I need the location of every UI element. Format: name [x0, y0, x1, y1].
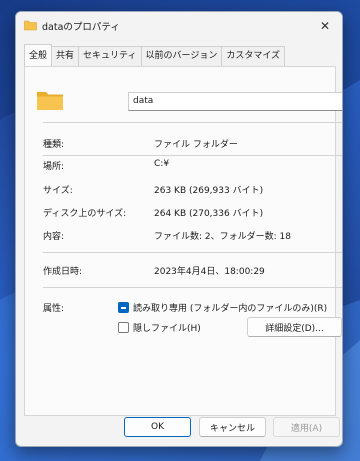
separator: [43, 122, 342, 123]
location-value: C:¥: [154, 159, 170, 169]
tab-strip: 全般 共有 セキュリティ 以前のバージョン カスタマイズ: [24, 44, 286, 66]
readonly-checkbox[interactable]: [118, 302, 129, 313]
separator: [43, 287, 342, 288]
cancel-button[interactable]: キャンセル: [199, 417, 266, 437]
tab-customize[interactable]: カスタマイズ: [221, 46, 286, 66]
created-label: 作成日時:: [43, 267, 83, 277]
size-label: サイズ:: [43, 186, 73, 196]
separator: [43, 155, 342, 156]
location-label: 場所:: [43, 162, 65, 172]
separator: [43, 252, 342, 253]
created-value: 2023年4月4日、18:00:29: [154, 267, 265, 277]
tab-general[interactable]: 全般: [24, 44, 53, 66]
properties-dialog: dataのプロパティ ✕ 全般 共有 セキュリティ 以前のバージョン カスタマイ…: [15, 11, 343, 447]
type-value: ファイル フォルダー: [154, 140, 238, 150]
attributes-label: 属性:: [43, 304, 65, 314]
tab-sharing[interactable]: 共有: [51, 46, 80, 66]
contents-label: 内容:: [43, 232, 65, 242]
advanced-button[interactable]: 詳細設定(D)...: [247, 317, 342, 337]
readonly-label[interactable]: 読み取り専用 (フォルダー内のファイルのみ)(R): [133, 301, 327, 314]
ok-button[interactable]: OK: [124, 417, 191, 437]
folder-icon: [24, 20, 37, 31]
title-bar[interactable]: dataのプロパティ ✕: [16, 12, 342, 40]
tab-previous-versions[interactable]: 以前のバージョン: [140, 46, 223, 66]
hidden-label[interactable]: 隠しファイル(H): [133, 321, 201, 334]
size-on-disk-value: 264 KB (270,336 バイト): [154, 209, 264, 219]
folder-name-field[interactable]: data: [128, 92, 342, 111]
close-icon: ✕: [319, 19, 331, 33]
window-title: dataのプロパティ: [42, 22, 120, 33]
hidden-checkbox[interactable]: [118, 322, 129, 333]
type-label: 種類:: [43, 140, 65, 150]
size-on-disk-label: ディスク上のサイズ:: [43, 209, 127, 219]
contents-value: ファイル数: 2、フォルダー数: 18: [154, 232, 291, 242]
tab-security[interactable]: セキュリティ: [78, 46, 142, 66]
folder-icon: [37, 92, 63, 110]
apply-button[interactable]: 適用(A): [273, 417, 340, 437]
general-panel: data 種類: ファイル フォルダー 場所: C:¥ サイズ: 263 KB …: [24, 66, 342, 416]
size-value: 263 KB (269,933 バイト): [154, 186, 264, 196]
close-button[interactable]: ✕: [308, 12, 342, 40]
